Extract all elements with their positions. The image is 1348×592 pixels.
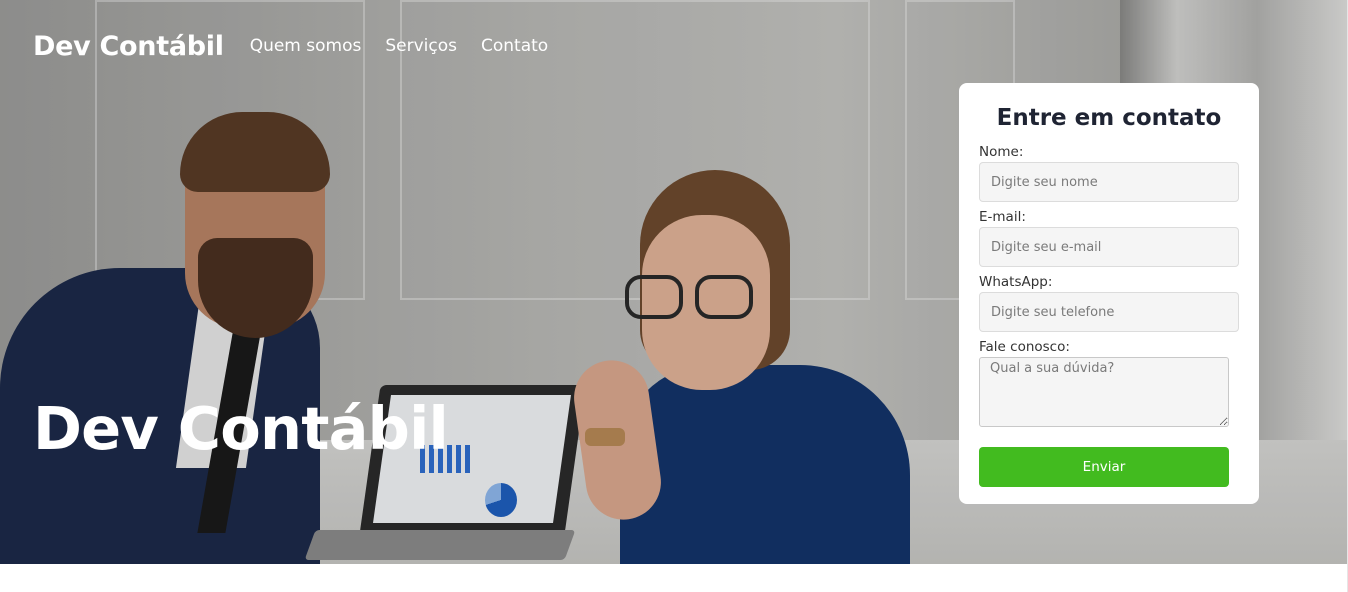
- submit-button[interactable]: Enviar: [979, 447, 1229, 487]
- whatsapp-input[interactable]: [979, 292, 1239, 332]
- contact-form-title: Entre em contato: [996, 105, 1222, 131]
- hero-title: Dev Contábil: [33, 394, 449, 463]
- email-input[interactable]: [979, 227, 1239, 267]
- hero-section: Dev Contábil Quem somos Serviços Contato…: [0, 0, 1348, 564]
- brand-logo[interactable]: Dev Contábil: [33, 31, 224, 62]
- email-label: E-mail:: [979, 209, 1026, 225]
- top-navbar: Dev Contábil Quem somos Serviços Contato: [33, 26, 572, 66]
- nav-link-contato[interactable]: Contato: [481, 36, 548, 56]
- message-textarea[interactable]: [979, 357, 1229, 427]
- name-label: Nome:: [979, 144, 1024, 160]
- message-label: Fale conosco:: [979, 339, 1070, 355]
- name-input[interactable]: [979, 162, 1239, 202]
- page-content-below: [0, 564, 1348, 592]
- nav-link-servicos[interactable]: Serviços: [385, 36, 457, 56]
- contact-form: Entre em contato Nome: E-mail: WhatsApp:…: [959, 83, 1259, 504]
- nav-link-quem-somos[interactable]: Quem somos: [250, 36, 362, 56]
- whatsapp-label: WhatsApp:: [979, 274, 1053, 290]
